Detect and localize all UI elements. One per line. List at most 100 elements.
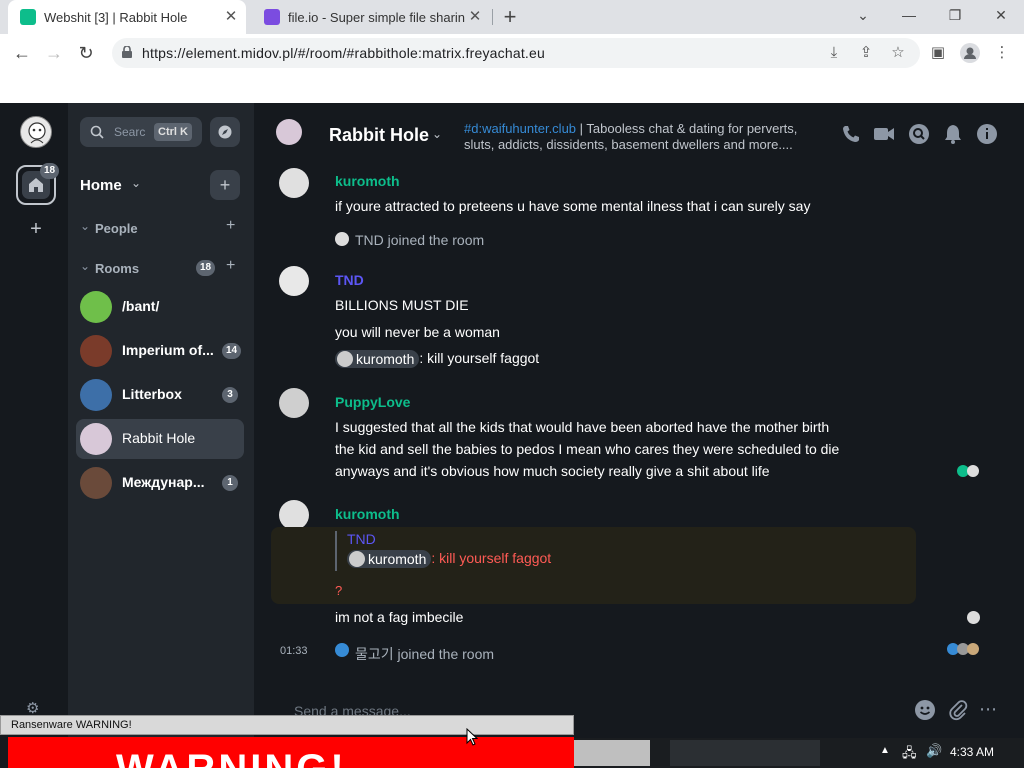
share-icon[interactable]: ⇪ — [852, 39, 880, 67]
browser-tab-webshit[interactable]: Webshit [3] | Rabbit Hole ✕ — [8, 0, 246, 34]
page-top-gap — [0, 72, 1024, 103]
warning-titlebar[interactable]: Ransenware WARNING! — [0, 715, 574, 735]
search-room-icon[interactable] — [908, 123, 930, 145]
user-avatar[interactable] — [20, 116, 52, 148]
read-receipt-avatar[interactable] — [967, 465, 979, 477]
create-space-button[interactable]: + — [26, 219, 46, 239]
topic-link[interactable]: #d:waifuhunter.club — [464, 121, 576, 136]
close-window-icon[interactable]: ✕ — [978, 0, 1024, 30]
attachment-paperclip-icon[interactable] — [947, 699, 969, 721]
sender-avatar-puppylove[interactable] — [279, 388, 309, 418]
home-icon — [29, 178, 43, 192]
emoji-icon[interactable] — [914, 699, 936, 721]
lock-icon — [122, 46, 132, 58]
back-icon[interactable]: ← — [8, 39, 36, 67]
room-info-icon[interactable] — [976, 123, 998, 145]
network-icon[interactable]: 🖧 — [902, 744, 917, 766]
mouse-cursor-icon — [466, 728, 478, 746]
close-tab-icon[interactable]: ✕ — [222, 8, 240, 26]
home-chevron-icon[interactable]: ⌄ — [131, 176, 141, 190]
tray-overflow-icon[interactable]: ▲ — [880, 745, 890, 756]
address-bar[interactable]: https://element.midov.pl/#/room/#rabbith… — [112, 38, 920, 68]
room-name: Rabbit Hole — [122, 430, 196, 446]
sender-name[interactable]: kuromoth — [335, 173, 400, 189]
element-app: 18 + ⚙ Searc Ctrl K Home ⌄ + ⌄ People + … — [0, 103, 1024, 768]
people-chevron-icon[interactable]: ⌄ — [80, 219, 90, 233]
user-mention-pill[interactable]: kuromoth — [335, 350, 420, 369]
warning-title: Ransenware WARNING! — [11, 719, 132, 731]
tab-search-icon[interactable]: ⌄ — [840, 0, 886, 30]
reload-icon[interactable]: ↻ — [72, 39, 100, 67]
explore-rooms-button[interactable] — [210, 117, 240, 147]
mention-avatar — [337, 351, 353, 368]
notifications-bell-icon[interactable] — [942, 123, 964, 145]
message-body: I suggested that all the kids that would… — [335, 419, 830, 435]
video-call-icon[interactable] — [873, 123, 895, 145]
event-timestamp: 01:33 — [280, 645, 308, 657]
warning-banner: WARNING! — [8, 737, 574, 768]
room-item-rabbit-hole[interactable]: Rabbit Hole — [76, 419, 244, 459]
add-room-icon[interactable]: + — [226, 257, 235, 275]
reply-quote-sender[interactable]: TND — [347, 531, 376, 547]
minimize-icon[interactable]: — — [886, 0, 932, 30]
restore-icon[interactable]: ❐ — [932, 0, 978, 30]
read-receipt-avatar[interactable] — [967, 643, 979, 655]
browser-tab-fileio[interactable]: file.io - Super simple file sharin ✕ — [252, 0, 490, 34]
add-room-button[interactable]: + — [210, 170, 240, 200]
sender-avatar-kuromoth[interactable] — [279, 168, 309, 198]
profile-icon[interactable] — [956, 39, 984, 67]
close-tab-icon[interactable]: ✕ — [466, 8, 484, 26]
search-box[interactable]: Searc Ctrl K — [80, 117, 202, 147]
taskbar-window-thumbnail[interactable] — [670, 740, 820, 766]
read-receipt-avatar[interactable] — [967, 611, 980, 624]
more-options-icon[interactable]: ⋯ — [979, 699, 997, 720]
room-avatar — [80, 467, 112, 499]
sender-name[interactable]: TND — [335, 272, 364, 288]
rooms-chevron-icon[interactable]: ⌄ — [80, 259, 90, 273]
side-panel-icon[interactable]: ▣ — [924, 39, 952, 67]
room-item-imperium[interactable]: Imperium of... 14 — [76, 331, 244, 371]
tab-title: Webshit [3] | Rabbit Hole — [44, 9, 188, 25]
forward-icon[interactable]: → — [40, 39, 68, 67]
room-name-chevron-icon[interactable]: ⌄ — [432, 127, 442, 141]
voice-call-icon[interactable] — [840, 123, 862, 145]
taskbar-clock[interactable]: 4:33 AM — [950, 745, 994, 759]
room-header-avatar[interactable] — [276, 119, 302, 145]
user-mention-pill[interactable]: kuromoth — [347, 550, 432, 569]
room-item-litterbox[interactable]: Litterbox 3 — [76, 375, 244, 415]
room-item-international[interactable]: Междунар... 1 — [76, 463, 244, 503]
room-avatar — [80, 423, 112, 455]
room-topic[interactable]: #d:waifuhunter.club | Tabooless chat & d… — [464, 121, 832, 153]
install-app-icon[interactable]: ⤓ — [820, 39, 848, 67]
rooms-section-label[interactable]: Rooms — [95, 261, 139, 276]
bookmark-star-icon[interactable]: ☆ — [884, 39, 912, 67]
unread-badge: 1 — [222, 475, 238, 491]
sender-name[interactable]: PuppyLove — [335, 394, 410, 410]
membership-event: 물고기 joined the room — [355, 646, 495, 662]
people-section-label[interactable]: People — [95, 221, 138, 236]
warning-big-text: WARNING! — [116, 747, 347, 768]
add-people-icon[interactable]: + — [226, 217, 235, 235]
membership-event: TND joined the room — [355, 232, 485, 248]
settings-gear-icon[interactable]: ⚙ — [26, 699, 42, 717]
sender-name[interactable]: kuromoth — [335, 506, 400, 522]
message-body: BILLIONS MUST DIE — [335, 297, 469, 313]
browser-menu-icon[interactable]: ⋮ — [988, 39, 1016, 67]
room-header-name[interactable]: Rabbit Hole — [329, 125, 429, 146]
message-body: you will never be a woman — [335, 324, 500, 340]
search-icon — [90, 125, 104, 139]
sender-avatar-kuromoth[interactable] — [279, 500, 309, 530]
search-shortcut-hint: Ctrl K — [154, 123, 192, 141]
room-name: Imperium of... — [122, 342, 214, 358]
sender-avatar-tnd[interactable] — [279, 266, 309, 296]
home-heading[interactable]: Home — [80, 177, 122, 194]
room-item-bant[interactable]: /bant/ — [76, 287, 244, 327]
home-unread-badge: 18 — [40, 163, 60, 179]
reply-quote-body[interactable]: kuromoth: kill yourself faggot — [347, 550, 552, 569]
taskbar-window-thumbnail[interactable] — [574, 740, 650, 766]
volume-icon[interactable]: 🔊 — [926, 743, 942, 759]
new-tab-button[interactable]: + — [496, 0, 524, 34]
quote-text: : kill yourself faggot — [431, 550, 552, 566]
message-body: the kid and sell the babies to pedos I m… — [335, 441, 840, 457]
url-text: https://element.midov.pl/#/room/#rabbith… — [142, 45, 545, 61]
